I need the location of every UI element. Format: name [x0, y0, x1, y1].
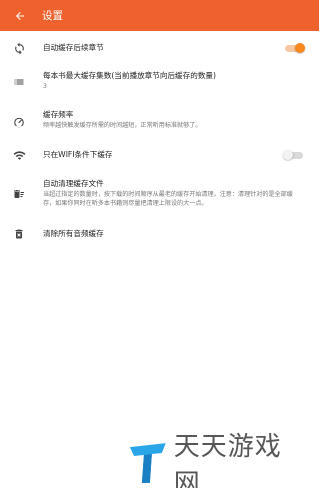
- setting-max-cache-count[interactable]: 每本书最大缓存集数(当前播放章节向后缓存的数量) 3: [0, 68, 319, 96]
- setting-auto-cache[interactable]: 自动缓存后续章节: [0, 37, 319, 59]
- setting-title: 自动清理缓存文件: [43, 179, 104, 188]
- setting-subtitle: 当超过指定的数量时，按下载的时间顺序从最老的缓存开始清理。注意：清理针对的是全部…: [43, 191, 293, 207]
- auto-cache-switch[interactable]: [283, 43, 305, 53]
- setting-value: 3: [43, 83, 47, 90]
- setting-wifi-only[interactable]: 只在WIFI条件下缓存: [0, 144, 319, 166]
- app-bar: 设置: [0, 0, 319, 31]
- watermark-text: 天天游戏网: [173, 432, 282, 488]
- trash-icon: [11, 226, 27, 242]
- watermark: 天天游戏网: [128, 432, 308, 488]
- setting-cache-frequency[interactable]: 缓存频率 频率越快触发缓存所需的时间越短，正常听用标准就够了。: [0, 107, 319, 135]
- list-icon: [11, 74, 27, 90]
- setting-title: 只在WIFI条件下缓存: [43, 150, 113, 159]
- wifi-only-switch[interactable]: [283, 150, 305, 160]
- tiantian-logo-icon: [129, 443, 166, 483]
- setting-clear-cache[interactable]: 清除所有音频缓存: [0, 224, 319, 244]
- setting-subtitle: 频率越快触发缓存所需的时间越短，正常听用标准就够了。: [43, 122, 202, 129]
- back-button[interactable]: [0, 0, 40, 31]
- setting-auto-clean[interactable]: 自动清理缓存文件 当超过指定的数量时，按下载的时间顺序从最老的缓存开始清理。注意…: [0, 176, 319, 214]
- page-title: 设置: [42, 10, 63, 22]
- auto-delete-icon: [11, 186, 27, 202]
- wifi-icon: [11, 147, 27, 163]
- setting-title: 缓存频率: [43, 110, 74, 119]
- speedometer-icon: [11, 114, 27, 130]
- sync-icon: [11, 40, 27, 56]
- setting-title: 自动缓存后续章节: [43, 43, 104, 52]
- setting-title: 每本书最大缓存集数(当前播放章节向后缓存的数量): [43, 71, 216, 80]
- setting-title: 清除所有音频缓存: [43, 229, 104, 238]
- arrow-left-icon: [16, 11, 24, 20]
